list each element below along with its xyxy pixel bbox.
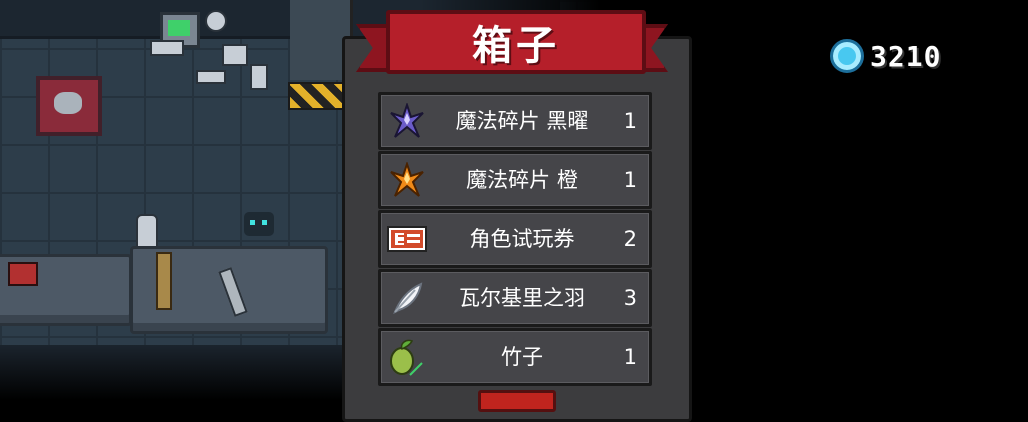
item-row[interactable]: 魔法碎片 橙 1 — [378, 151, 652, 209]
obsidian-shard-icon — [387, 101, 427, 141]
gem-amount: 3210 — [870, 39, 942, 73]
gem-counter: 3210 — [830, 38, 941, 74]
red-device-item[interactable] — [8, 262, 38, 286]
rifle-weapon[interactable] — [156, 252, 172, 310]
dialog-title-banner: 箱子 — [356, 0, 668, 74]
dialog-title: 箱子 — [386, 10, 646, 74]
valkyrie-feather-icon — [387, 278, 427, 318]
scrap-debris — [150, 40, 184, 56]
item-row[interactable]: 角色试玩券 2 — [378, 210, 652, 268]
item-row[interactable]: 瓦尔基里之羽 3 — [378, 269, 652, 327]
item-name: 角色试玩券 — [469, 227, 575, 251]
scrap-debris — [250, 64, 268, 90]
hazard-barrier — [288, 82, 347, 110]
item-count: 1 — [623, 109, 637, 133]
item-row[interactable]: 竹子 1 — [378, 328, 652, 386]
orange-shard-icon — [387, 160, 427, 200]
item-count: 3 — [623, 286, 637, 310]
scrap-debris — [196, 70, 226, 84]
character-trial-ticket-icon — [387, 219, 427, 259]
item-count: 2 — [623, 227, 637, 251]
blue-gem-icon — [830, 39, 864, 73]
item-row[interactable]: 魔法碎片 黑曜 1 — [378, 92, 652, 150]
item-name: 魔法碎片 橙 — [466, 168, 578, 192]
item-name: 瓦尔基里之羽 — [459, 286, 585, 310]
red-rug — [36, 76, 102, 136]
confirm-button[interactable] — [478, 390, 556, 412]
bamboo-sprout-icon — [387, 337, 427, 377]
scrap-debris — [205, 10, 227, 32]
item-count: 1 — [623, 345, 637, 369]
item-name: 魔法碎片 黑曜 — [455, 109, 589, 133]
scrap-debris — [222, 44, 248, 66]
item-count: 1 — [623, 168, 637, 192]
item-name: 竹子 — [501, 345, 543, 369]
black-cat-pet[interactable] — [244, 212, 274, 236]
